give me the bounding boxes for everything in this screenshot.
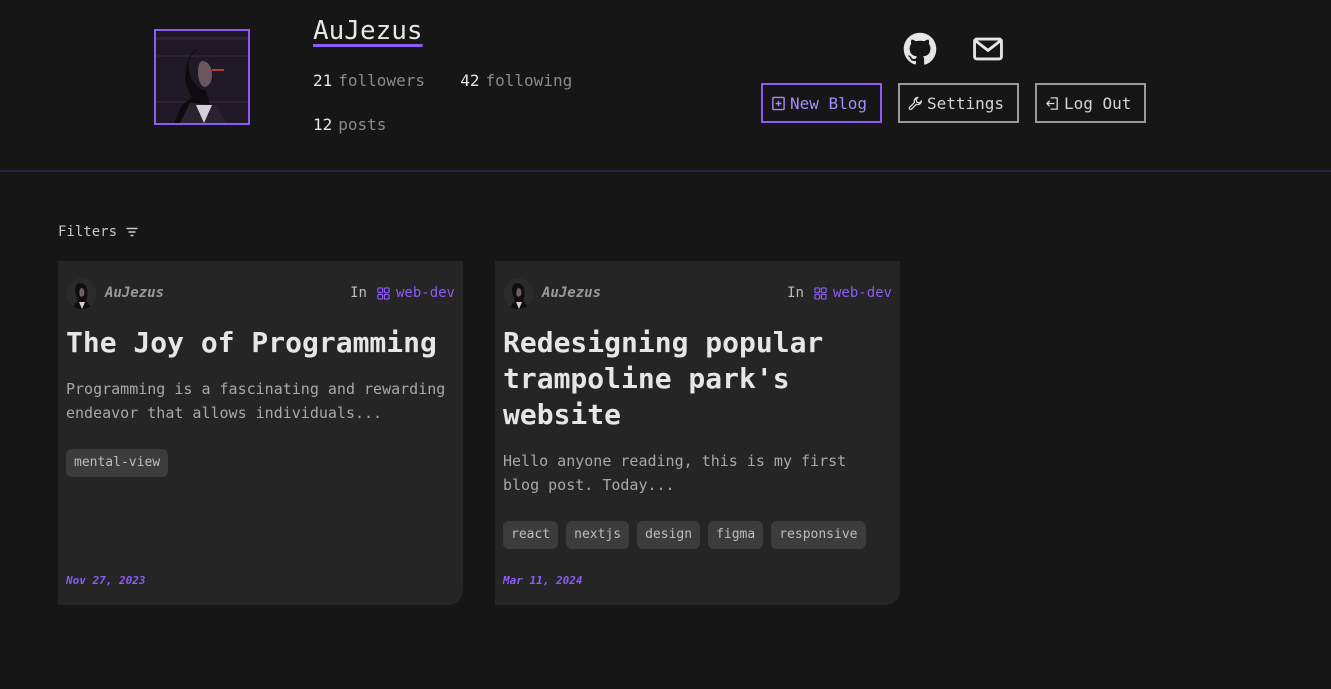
tag[interactable]: design [637,521,701,549]
follow-stats: 21 followers 42 following [313,71,572,90]
filter-icon [126,227,138,237]
logout-icon [1045,96,1058,110]
post-tags: react nextjs design figma responsive [503,521,892,549]
category-grid-icon [814,286,827,300]
category-grid-icon [377,286,390,300]
tag[interactable]: nextjs [566,521,630,549]
following-label: following [485,71,573,90]
tag[interactable]: figma [708,521,764,549]
followers-count: 21 [313,71,333,90]
category-link[interactable]: web-dev [833,285,892,301]
post-author[interactable]: AuJezus [542,285,601,301]
post-card[interactable]: AuJezus In web-dev Redesigning popular t… [495,261,900,605]
author-avatar[interactable] [66,277,97,309]
new-blog-label: New Blog [790,93,868,113]
logout-label: Log Out [1064,93,1132,113]
post-category: In web-dev [787,285,892,301]
post-date: Mar 11, 2024 [503,574,583,587]
profile-avatar[interactable] [154,29,250,125]
post-card[interactable]: AuJezus In web-dev The Joy of Programmin… [58,261,463,605]
post-category: In web-dev [350,285,455,301]
author-avatar-image [66,277,97,309]
post-meta: AuJezus In web-dev [503,277,892,309]
github-icon-graphic [903,32,937,65]
tag[interactable]: mental-view [66,449,169,477]
mail-icon[interactable] [971,32,1005,66]
followers-label: followers [338,71,425,90]
author-avatar-image [503,277,534,309]
mail-icon-graphic [973,37,1003,61]
avatar-image [156,31,248,123]
new-blog-icon [772,96,785,110]
category-link[interactable]: web-dev [396,285,455,301]
filters-toggle[interactable]: Filters [58,224,139,240]
in-label: In [787,285,804,301]
filters-label: Filters [58,224,118,240]
post-excerpt: Hello anyone reading, this is my first b… [503,452,847,494]
settings-label: Settings [927,93,1005,113]
following-stat[interactable]: 42 following [460,71,572,90]
settings-button[interactable]: Settings [898,83,1019,123]
following-count: 42 [460,71,480,90]
github-icon[interactable] [903,32,937,66]
new-blog-button[interactable]: New Blog [761,83,882,123]
wrench-icon [908,96,923,110]
posts-count: 12 [313,115,333,134]
profile-header: AuJezus 21 followers 42 following 12 posts … [0,0,1331,172]
tag[interactable]: responsive [771,521,866,549]
profile-username[interactable]: AuJezus [313,16,423,46]
followers-stat[interactable]: 21 followers [313,71,435,90]
logout-button[interactable]: Log Out [1035,83,1146,123]
posts-stat: 12 posts [313,115,386,134]
post-title[interactable]: The Joy of Programming [66,325,451,361]
posts-label: posts [338,115,387,134]
author-avatar[interactable] [503,277,534,309]
post-author[interactable]: AuJezus [105,285,164,301]
post-excerpt: Programming is a fascinating and rewardi… [66,380,446,422]
post-date: Nov 27, 2023 [66,574,146,587]
in-label: In [350,285,367,301]
post-meta: AuJezus In web-dev [66,277,455,309]
post-tags: mental-view [66,449,455,477]
tag[interactable]: react [503,521,559,549]
post-title[interactable]: Redesigning popular trampoline park's we… [503,325,888,433]
